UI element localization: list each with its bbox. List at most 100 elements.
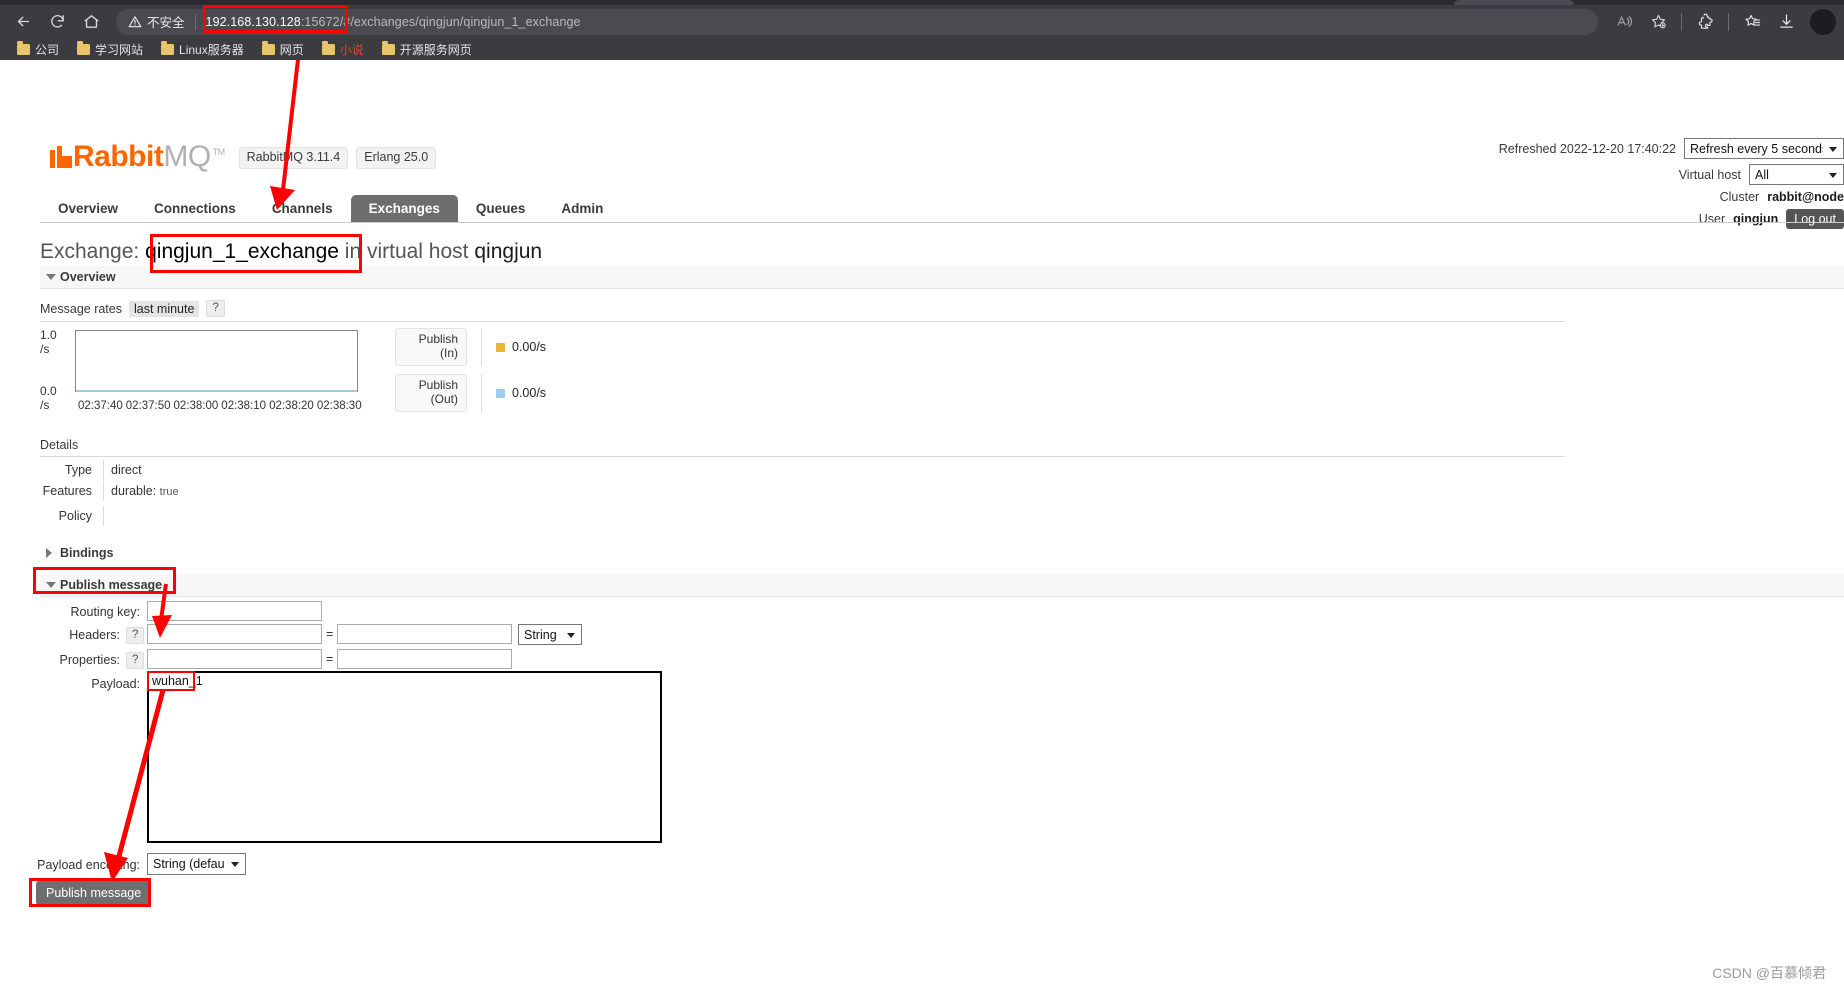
page-title-prefix: Exchange:: [40, 240, 140, 263]
refresh-interval-select[interactable]: Refresh every 5 seconds: [1684, 138, 1844, 159]
overview-section-label: Overview: [60, 270, 116, 284]
payload-value-text: wuhan_1: [150, 673, 205, 689]
rabbitmq-logo[interactable]: RabbitMQ TM: [50, 142, 225, 172]
rabbitmq-logo-icon: [50, 146, 72, 168]
legend-button-publish-out[interactable]: Publish (Out): [395, 374, 467, 412]
detail-value-type: direct: [111, 463, 142, 477]
x-tick: 02:38:00: [173, 400, 219, 412]
refresh-interval-wrap: Refresh every 5 seconds: [1684, 138, 1844, 159]
payload-textarea[interactable]: [147, 671, 662, 843]
folder-icon: [321, 41, 335, 55]
toolbar-right-actions: [1608, 8, 1836, 36]
bookmark-item[interactable]: 开源服务网页: [375, 39, 479, 60]
vhost-label: Virtual host: [1678, 167, 1741, 182]
erlang-version-badge: Erlang 25.0: [356, 147, 437, 169]
properties-help-icon[interactable]: ?: [126, 652, 145, 669]
headers-type-select[interactable]: String: [518, 624, 582, 645]
headers-label: Headers:: [69, 628, 120, 642]
legend-entry-publish-out: Publish (Out) 0.00/s: [395, 374, 546, 412]
address-bar[interactable]: 不安全 192.168.130.128:15672/#/exchanges/qi…: [116, 8, 1598, 35]
headers-help-icon[interactable]: ?: [126, 627, 145, 644]
y-axis-min-label: 0.0 /s: [40, 384, 57, 412]
vhost-select-wrap: All: [1749, 164, 1844, 185]
warning-triangle-icon: [128, 15, 142, 27]
tab-channels[interactable]: Channels: [254, 195, 351, 222]
browser-tab[interactable]: [1454, 0, 1574, 5]
folder-icon: [17, 41, 30, 55]
legend-divider: [481, 374, 482, 412]
logo-mq: MQ: [163, 140, 211, 173]
reload-icon[interactable]: [42, 8, 72, 36]
headers-name-input[interactable]: [147, 624, 322, 644]
omnibox-divider: [194, 13, 196, 30]
x-tick: 02:38:20: [269, 400, 314, 412]
chart-plot-area: [75, 330, 358, 392]
bookmark-label: 小说: [339, 42, 364, 57]
home-icon[interactable]: [76, 8, 106, 36]
x-tick: 02:37:50: [125, 400, 171, 412]
properties-label: Properties:: [59, 653, 120, 667]
payload-encoding-select[interactable]: String (default): [147, 853, 246, 875]
help-icon[interactable]: ?: [206, 300, 225, 317]
back-arrow-icon[interactable]: [8, 8, 38, 36]
properties-value-input[interactable]: [337, 649, 512, 669]
vhost-name: qingjun: [474, 240, 543, 263]
refresh-row: Refreshed 2022-12-20 17:40:22 Refresh ev…: [1499, 138, 1844, 159]
legend-rate-publish-in: 0.00/s: [496, 340, 546, 354]
bindings-section-header[interactable]: Bindings: [40, 542, 1844, 564]
properties-equals: =: [326, 652, 334, 666]
bookmark-item[interactable]: 公司: [10, 39, 66, 60]
feature-durable-value: true: [159, 486, 179, 498]
profile-avatar-icon[interactable]: [1810, 8, 1836, 35]
message-rates-label: Message rates: [40, 301, 122, 316]
add-favorite-star-icon[interactable]: [1642, 8, 1674, 36]
folder-icon: [77, 41, 91, 55]
publish-message-section-header[interactable]: Publish message: [40, 574, 1844, 597]
extensions-puzzle-icon[interactable]: [1689, 8, 1721, 36]
message-rates-row: Message rates last minute ?: [40, 300, 225, 317]
legend-rate-publish-out: 0.00/s: [496, 386, 546, 400]
payload-encoding-wrap: String (default): [147, 853, 246, 875]
legend-entry-publish-in: Publish (In) 0.00/s: [395, 328, 546, 366]
legend-rate-value: 0.00/s: [512, 386, 547, 400]
security-warning[interactable]: 不安全: [128, 12, 185, 31]
vhost-select[interactable]: All: [1749, 164, 1844, 185]
logo-tm: TM: [212, 147, 226, 157]
period-chip[interactable]: last minute: [128, 300, 200, 317]
publish-message-button[interactable]: Publish message: [36, 881, 152, 905]
legend-button-publish-in[interactable]: Publish (In): [395, 328, 467, 366]
legend-line1: Publish: [418, 332, 458, 347]
browser-chrome: 不安全 192.168.130.128:15672/#/exchanges/qi…: [0, 0, 1844, 60]
x-axis-ticks: 02:37:40 02:37:50 02:38:00 02:38:10 02:3…: [78, 400, 362, 412]
downloads-icon[interactable]: [1770, 8, 1802, 36]
read-aloud-icon[interactable]: [1608, 8, 1640, 36]
tab-queues[interactable]: Queues: [458, 195, 544, 222]
routing-key-label: Routing key:: [70, 605, 140, 619]
publish-message-label: Publish message: [60, 578, 163, 592]
y-axis-max-label: 1.0 /s: [40, 328, 57, 356]
bookmark-item[interactable]: 学习网站: [70, 39, 150, 60]
properties-name-input[interactable]: [147, 649, 322, 669]
legend-divider: [481, 328, 482, 366]
bookmarks-bar: 公司 学习网站 Linux服务器 网页 小说 开源服务网页: [0, 38, 1844, 60]
main-nav: Overview Connections Channels Exchanges …: [40, 195, 1844, 223]
overview-section-header[interactable]: Overview: [40, 266, 1844, 289]
tab-exchanges[interactable]: Exchanges: [350, 195, 458, 222]
url-text: 192.168.130.128:15672/#/exchanges/qingju…: [206, 15, 581, 29]
bookmark-label: 网页: [279, 42, 304, 57]
tab-admin[interactable]: Admin: [543, 195, 621, 222]
x-tick: 02:38:30: [316, 400, 362, 412]
caret-down-icon: [46, 582, 56, 588]
routing-key-input[interactable]: [147, 601, 322, 621]
bookmark-item[interactable]: 小说: [315, 39, 371, 60]
tab-overview[interactable]: Overview: [40, 195, 136, 222]
collections-icon[interactable]: [1736, 8, 1768, 36]
headers-value-input[interactable]: [337, 624, 512, 644]
exchange-name: qingjun_1_exchange: [145, 240, 339, 263]
bookmark-item[interactable]: 网页: [255, 39, 311, 60]
bookmark-item[interactable]: Linux服务器: [154, 39, 251, 60]
page-title-middle: in virtual host: [344, 240, 469, 263]
security-label: 不安全: [147, 16, 185, 30]
divider: [40, 456, 1565, 457]
tab-connections[interactable]: Connections: [136, 195, 254, 222]
